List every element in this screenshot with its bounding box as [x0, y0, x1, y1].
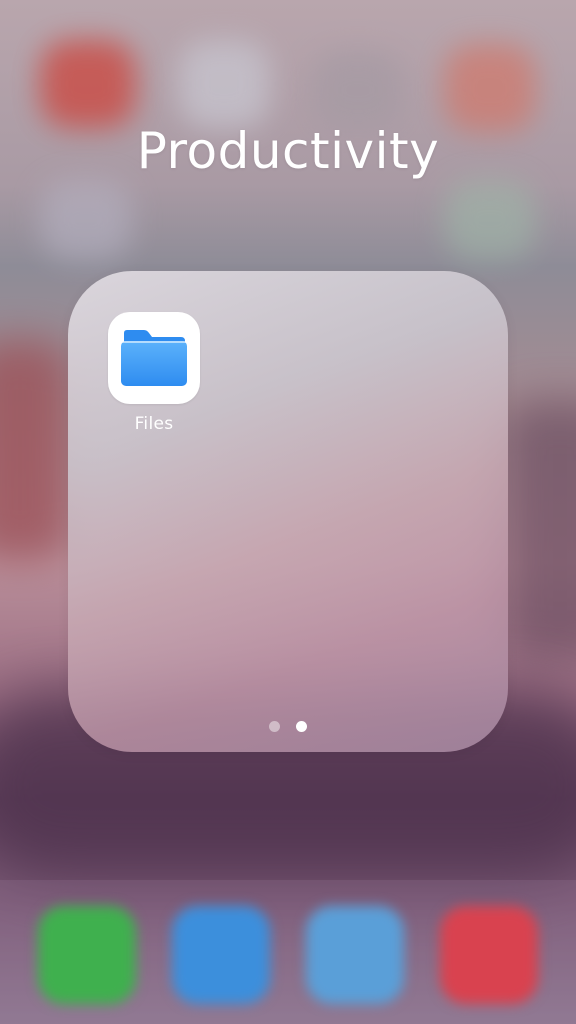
blurred-app-icon — [178, 40, 270, 128]
app-files[interactable]: Files — [108, 312, 200, 434]
blurred-app-icon — [444, 180, 536, 260]
folder-title[interactable]: Productivity — [0, 122, 576, 180]
music-icon[interactable] — [440, 906, 538, 1004]
files-app-icon[interactable] — [108, 312, 200, 404]
home-screen: Productivity Files — [0, 0, 576, 1024]
page-indicator[interactable] — [266, 720, 314, 734]
blurred-app-icon — [312, 50, 404, 130]
phone-icon[interactable] — [38, 906, 136, 1004]
mail-icon[interactable] — [172, 906, 270, 1004]
wallpaper-region — [0, 340, 70, 560]
blurred-app-icon — [444, 44, 536, 132]
blurred-app-icon — [40, 40, 136, 128]
page-dot-2[interactable] — [296, 721, 307, 732]
app-label: Files — [134, 414, 174, 434]
blurred-app-icon — [40, 180, 132, 260]
safari-icon[interactable] — [306, 906, 404, 1004]
wallpaper-region — [500, 400, 576, 660]
folder-icon — [121, 330, 187, 386]
page-dot-1[interactable] — [269, 721, 280, 732]
